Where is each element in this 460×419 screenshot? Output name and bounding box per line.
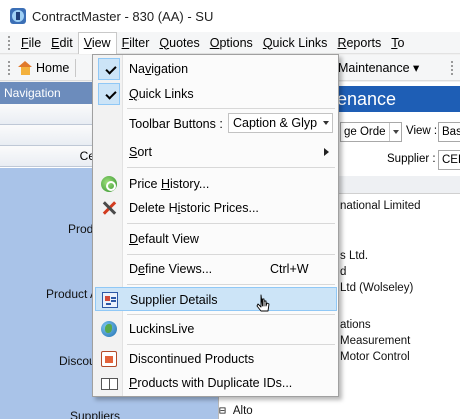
menu-filter[interactable]: Filter xyxy=(117,33,155,53)
menu-item-price-history[interactable]: Price History... xyxy=(95,172,337,196)
discontinued-icon xyxy=(101,351,117,367)
tree-expander-icon[interactable]: ⊟ xyxy=(219,403,233,417)
supplier-details-icon xyxy=(102,292,118,308)
menu-item-default-view[interactable]: Default View xyxy=(95,227,337,251)
list-item[interactable]: d xyxy=(340,266,346,278)
menu-item-sort[interactable]: Sort xyxy=(95,140,337,164)
menu-separator xyxy=(127,254,335,255)
nav-shortcut-product-analysis[interactable]: Product A xyxy=(46,287,98,301)
menu-tools[interactable]: To xyxy=(386,33,409,53)
menu-gutter xyxy=(93,55,123,396)
home-button[interactable]: Home xyxy=(18,60,70,75)
menu-options[interactable]: Options xyxy=(205,33,258,53)
chevron-down-icon[interactable] xyxy=(389,123,401,141)
menu-reports[interactable]: Reports xyxy=(332,33,386,53)
menu-separator xyxy=(127,167,335,168)
menu-separator xyxy=(127,314,335,315)
mouse-cursor-icon xyxy=(256,294,270,312)
menu-item-quick-links[interactable]: Quick Links xyxy=(95,82,337,106)
menu-item-define-views[interactable]: Define Views... Ctrl+W xyxy=(95,257,337,281)
toolbar-grip[interactable] xyxy=(8,60,12,75)
globe-icon xyxy=(101,321,117,337)
supplier-combo[interactable]: CEF xyxy=(438,150,460,170)
price-history-icon xyxy=(101,176,117,192)
order-combo[interactable]: ge Orde xyxy=(340,122,402,142)
view-label: View : xyxy=(406,125,438,137)
delete-prices-icon xyxy=(101,200,117,216)
list-item[interactable]: Measurement xyxy=(340,335,410,347)
menu-item-delete-historic-prices[interactable]: Delete Historic Prices... xyxy=(95,196,337,220)
supplier-label: Supplier : xyxy=(387,153,436,165)
list-item[interactable]: ations xyxy=(340,319,371,331)
menu-file[interactable]: File xyxy=(16,33,46,53)
menu-item-navigation[interactable]: Navigation xyxy=(95,57,337,81)
define-views-shortcut: Ctrl+W xyxy=(270,262,309,276)
supplier-combo-value: CEF xyxy=(442,154,460,166)
menu-separator xyxy=(127,284,335,285)
nav-shortcut-products[interactable]: Prod xyxy=(68,222,93,236)
home-label: Home xyxy=(36,60,70,75)
menu-separator xyxy=(127,344,335,345)
menubar-grip[interactable] xyxy=(8,35,12,50)
menu-item-supplier-details[interactable]: Supplier Details xyxy=(95,287,337,311)
duplicate-ids-icon xyxy=(101,375,118,391)
menu-item-duplicate-ids[interactable]: Products with Duplicate IDs... xyxy=(95,371,337,395)
toolbar-separator xyxy=(75,58,77,77)
list-item[interactable]: s Ltd. xyxy=(340,250,368,262)
menu-item-discontinued-products[interactable]: Discontinued Products xyxy=(95,347,337,371)
menu-quotes[interactable]: Quotes xyxy=(154,33,204,53)
view-menu-dropdown: Navigation Quick Links Toolbar Buttons :… xyxy=(92,54,339,397)
list-item[interactable]: ⊟ Alto xyxy=(219,403,253,417)
nav-shortcut-discounts[interactable]: Discou xyxy=(59,354,96,368)
home-icon xyxy=(18,60,33,75)
check-icon xyxy=(98,83,120,105)
chevron-down-icon xyxy=(323,121,329,125)
list-item[interactable]: national Limited xyxy=(340,200,421,212)
title-bar: ContractMaster - 830 (AA) - SU xyxy=(0,0,460,32)
order-combo-value: ge Orde xyxy=(344,126,386,138)
toolbar-grip-right[interactable] xyxy=(451,61,454,75)
menu-view[interactable]: View xyxy=(77,31,117,54)
menu-item-luckinslive[interactable]: LuckinsLive xyxy=(95,317,337,341)
menu-bar: File Edit View Filter Quotes Options Qui… xyxy=(0,31,460,54)
contractmaster-app-icon[interactable] xyxy=(10,8,26,24)
menu-quick-links[interactable]: Quick Links xyxy=(258,33,333,53)
maintenance-button[interactable]: Maintenance ▾ xyxy=(338,60,419,75)
toolbar-buttons-combo[interactable]: Caption & Glyp xyxy=(228,113,333,133)
view-combo[interactable]: Bas xyxy=(438,122,460,142)
list-item[interactable]: Motor Control xyxy=(340,351,410,363)
submenu-arrow-icon xyxy=(324,148,329,156)
menu-separator xyxy=(127,108,335,109)
menu-separator xyxy=(127,223,335,224)
menu-edit[interactable]: Edit xyxy=(46,33,78,53)
view-combo-value: Bas xyxy=(442,126,460,138)
list-item[interactable]: Ltd (Wolseley) xyxy=(340,282,413,294)
window-title: ContractMaster - 830 (AA) - SU xyxy=(32,8,214,24)
check-icon xyxy=(98,58,120,80)
menu-item-toolbar-buttons: Toolbar Buttons : Caption & Glyp xyxy=(95,111,337,137)
nav-shortcut-suppliers[interactable]: Suppliers xyxy=(70,409,120,419)
